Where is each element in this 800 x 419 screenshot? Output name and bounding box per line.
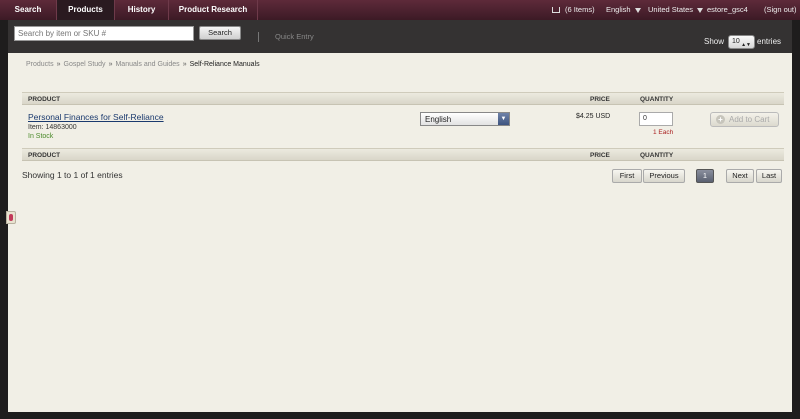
show-label: Show (704, 37, 725, 46)
table-row: Personal Finances for Self-Reliance Item… (22, 106, 784, 146)
quick-entry-link[interactable]: Quick Entry (275, 32, 314, 41)
country-selector[interactable]: United States (648, 0, 704, 20)
username: estore_gsc4 (707, 5, 748, 14)
cart-link[interactable]: (6 Items) (552, 0, 595, 20)
product-price: $4.25 USD (576, 113, 611, 120)
next-page-button[interactable]: Next (726, 169, 754, 183)
product-language-value: English (425, 115, 452, 124)
language-selector[interactable]: English (606, 0, 641, 20)
unit-label: 1 Each (653, 129, 674, 136)
stock-status: In Stock (28, 133, 54, 140)
plus-icon: + (716, 115, 725, 124)
quantity-input[interactable]: 0 (639, 112, 673, 126)
footer-product: PRODUCT (28, 152, 61, 159)
breadcrumb-item[interactable]: Gospel Study (64, 61, 106, 68)
footer-quantity: QUANTITY (640, 152, 674, 159)
first-page-button[interactable]: First (612, 169, 642, 183)
search-button[interactable]: Search (199, 26, 241, 40)
header-price: PRICE (590, 96, 610, 103)
tab-products[interactable]: Products (57, 0, 115, 20)
toolbar-divider (258, 32, 259, 42)
tab-search[interactable]: Search (0, 0, 57, 20)
product-language-select[interactable]: English ▼ (420, 112, 510, 126)
breadcrumb-separator: » (108, 61, 113, 68)
add-to-cart-button[interactable]: + Add to Cart (710, 112, 779, 127)
entries-label: entries (757, 37, 782, 46)
product-item-number: Item: 14863000 (28, 124, 77, 131)
entries-info: Showing 1 to 1 of 1 entries (22, 170, 123, 180)
page-size-value: 10 (732, 38, 740, 45)
footer-price: PRICE (590, 152, 610, 159)
previous-page-button[interactable]: Previous (643, 169, 685, 183)
tab-history[interactable]: History (115, 0, 169, 20)
main-content: Products» Gospel Study» Manuals and Guides… (8, 53, 792, 412)
cart-icon (552, 7, 560, 14)
chevron-down-icon (697, 7, 704, 13)
breadcrumb-item[interactable]: Products (26, 61, 54, 68)
breadcrumb-separator: » (182, 61, 187, 68)
search-input[interactable] (14, 26, 194, 41)
product-title-link[interactable]: Personal Finances for Self-Reliance (28, 112, 164, 122)
header-quantity: QUANTITY (640, 96, 674, 103)
chevron-down-icon (634, 7, 641, 13)
page-1-button[interactable]: 1 (696, 169, 714, 183)
language-label: English (606, 5, 631, 14)
page-size-select[interactable]: 10 ▲▼ (728, 35, 755, 49)
pin-icon (9, 214, 13, 221)
toolbar: Search Quick Entry Show 10 ▲▼ entries (8, 20, 792, 53)
header-product: PRODUCT (28, 96, 61, 103)
last-page-button[interactable]: Last (756, 169, 782, 183)
top-nav: Search Products History Product Research… (0, 0, 800, 20)
chevron-down-icon: ▼ (498, 113, 509, 125)
breadcrumb-current: Self-Reliance Manuals (189, 61, 260, 68)
breadcrumb-item[interactable]: Manuals and Guides (115, 61, 179, 68)
breadcrumb: Products» Gospel Study» Manuals and Guides… (26, 61, 260, 68)
table-header: PRODUCT PRICE QUANTITY (22, 92, 784, 105)
cart-count: (6 Items) (565, 5, 595, 14)
breadcrumb-separator: » (56, 61, 61, 68)
table-footer: PRODUCT PRICE QUANTITY (22, 148, 784, 161)
country-label: United States (648, 5, 694, 14)
chevron-updown-icon: ▲▼ (741, 42, 751, 48)
tab-product-research[interactable]: Product Research (169, 0, 258, 20)
feedback-tab[interactable] (6, 211, 16, 224)
sign-out-link[interactable]: (Sign out) (764, 0, 797, 20)
add-to-cart-label: Add to Cart (729, 115, 770, 124)
